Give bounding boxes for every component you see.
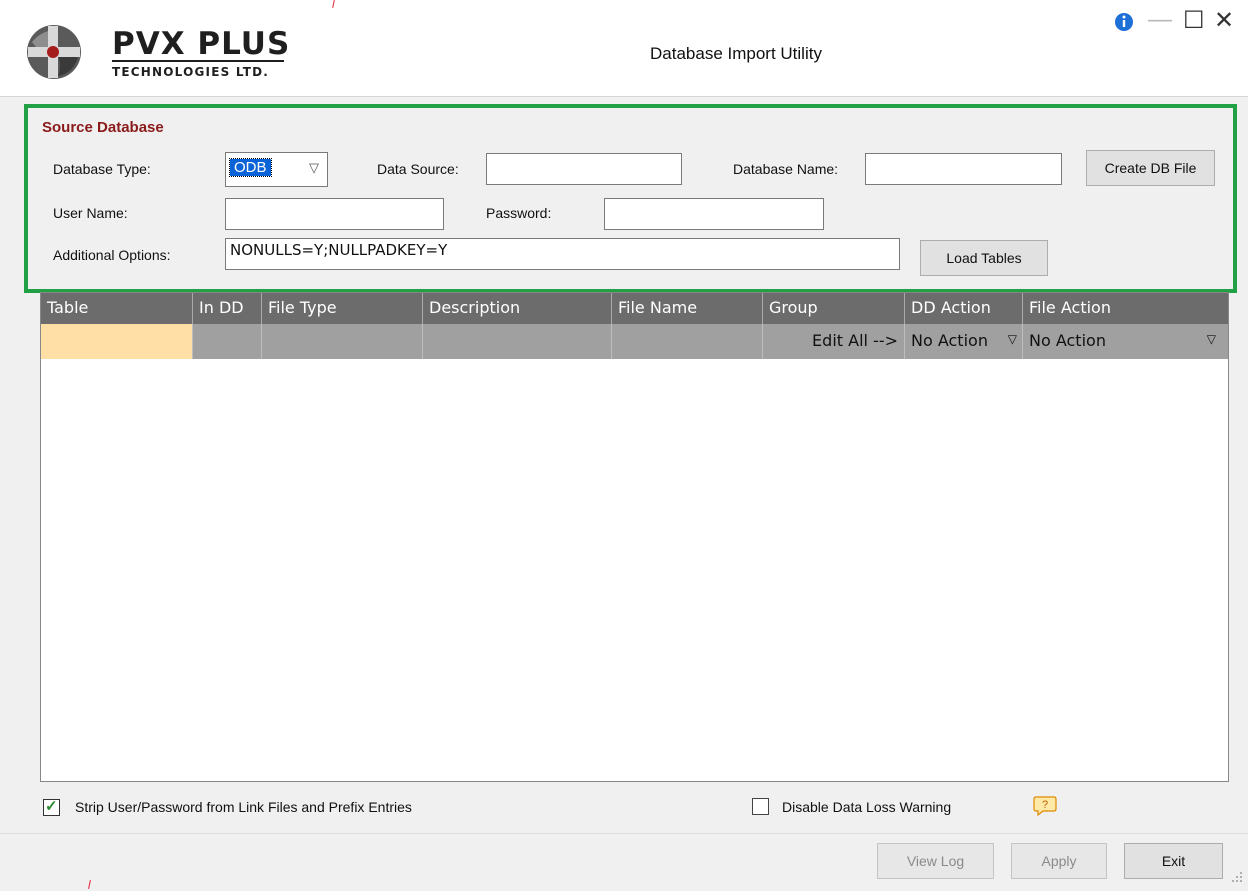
cell-description[interactable] [423,324,612,359]
info-icon[interactable] [1114,12,1134,32]
dropdown-arrow-icon: ▽ [1007,332,1017,346]
svg-text:?: ? [1042,799,1048,811]
logo-subtitle: TECHNOLOGIES LTD. [112,65,269,79]
user-name-input[interactable] [225,198,444,230]
red-mark-bottom [88,879,91,890]
column-header-file-type[interactable]: File Type [262,293,423,324]
password-label: Password: [486,205,552,221]
dd-action-dropdown[interactable]: No Action ▽ [905,324,1023,359]
column-header-in-dd[interactable]: In DD [193,293,262,324]
column-header-file-action[interactable]: File Action [1023,293,1228,324]
password-input[interactable] [604,198,824,230]
minimize-button[interactable]: — [1148,6,1172,34]
table-row[interactable]: Edit All --> No Action ▽ No Action ▽ [41,324,1228,359]
footer-divider [0,833,1248,834]
strip-user-password-label[interactable]: Strip User/Password from Link Files and … [75,799,412,815]
dd-action-value: No Action [911,331,988,350]
database-type-value: ODB [229,158,272,177]
database-type-label: Database Type: [53,161,151,177]
checkmark-icon: ✓ [45,798,58,815]
user-name-label: User Name: [53,205,128,221]
cell-table[interactable] [41,324,193,359]
maximize-button[interactable]: ☐ [1183,6,1205,35]
database-type-select[interactable]: ODB ▽ [225,152,328,187]
resize-grip-icon[interactable] [1232,870,1244,884]
data-source-label: Data Source: [377,161,459,177]
column-header-table[interactable]: Table [41,293,193,324]
section-title: Source Database [42,119,164,136]
cell-file-name[interactable] [612,324,763,359]
grid-header: Table In DD File Type Description File N… [41,293,1228,324]
file-action-value: No Action [1029,331,1106,350]
logo-wordmark: PVX PLUS [112,26,291,62]
title-bar: PVX PLUS TECHNOLOGIES LTD. Database Impo… [0,0,1248,97]
close-button[interactable]: ✕ [1214,6,1234,35]
chevron-down-icon: ▽ [309,160,319,175]
data-source-input[interactable] [486,153,682,185]
disable-data-loss-warning-checkbox[interactable] [752,798,769,815]
apply-button[interactable]: Apply [1011,843,1107,879]
column-header-group[interactable]: Group [763,293,905,324]
pvx-logo-icon [27,25,81,79]
database-name-input[interactable] [865,153,1062,185]
column-header-dd-action[interactable]: DD Action [905,293,1023,324]
logo-rule [112,60,284,62]
create-db-file-button[interactable]: Create DB File [1086,150,1215,186]
strip-user-password-checkbox[interactable]: ✓ [43,798,60,816]
tables-grid[interactable]: Table In DD File Type Description File N… [40,292,1229,782]
app-window: PVX PLUS TECHNOLOGIES LTD. Database Impo… [0,0,1248,891]
dropdown-arrow-icon: ▽ [1206,332,1216,346]
load-tables-button[interactable]: Load Tables [920,240,1048,276]
database-name-label: Database Name: [733,161,839,177]
window-title: Database Import Utility [650,44,822,63]
additional-options-input[interactable]: NONULLS=Y;NULLPADKEY=Y [225,238,900,270]
exit-button[interactable]: Exit [1124,843,1223,879]
cell-file-type[interactable] [262,324,423,359]
column-header-description[interactable]: Description [423,293,612,324]
cell-group-edit-all[interactable]: Edit All --> [763,324,905,359]
disable-data-loss-warning-label[interactable]: Disable Data Loss Warning [782,799,951,815]
column-header-file-name[interactable]: File Name [612,293,763,324]
view-log-button[interactable]: View Log [877,843,994,879]
help-speech-bubble-icon[interactable]: ? [1033,795,1057,817]
file-action-dropdown[interactable]: No Action ▽ [1023,324,1228,359]
additional-options-label: Additional Options: [53,247,171,263]
cell-in-dd[interactable] [193,324,262,359]
